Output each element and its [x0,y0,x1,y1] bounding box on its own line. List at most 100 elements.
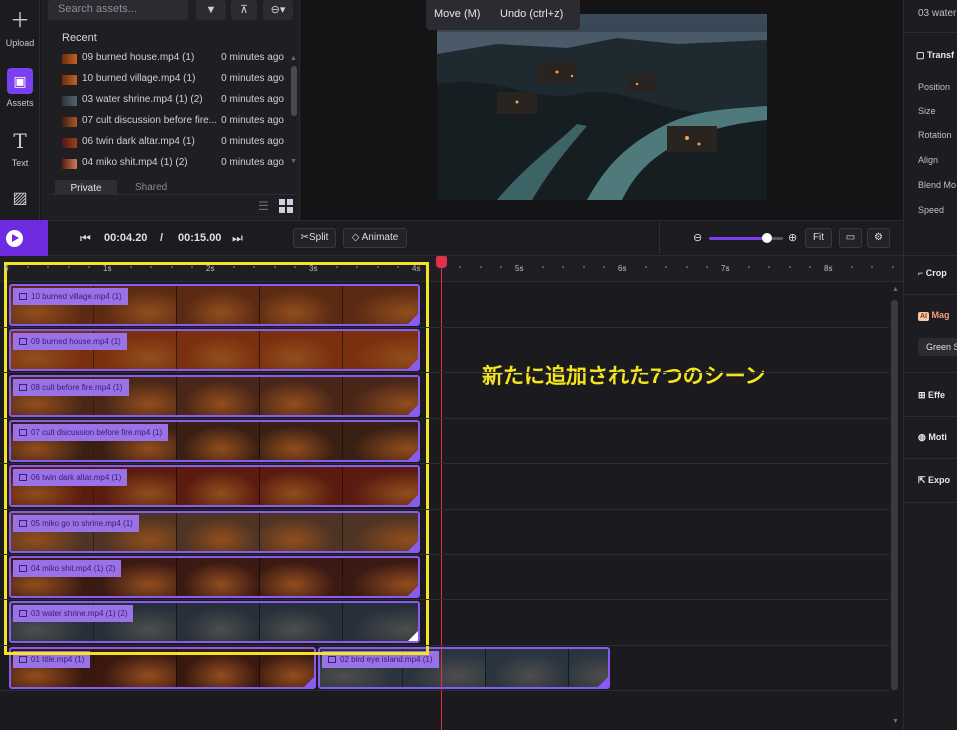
asset-time: 0 minutes ago [221,157,284,168]
list-view-icon[interactable]: ☰ [258,199,269,213]
track-separator [0,327,889,328]
asset-item[interactable]: 10 burned village.mp4 (1) 0 minutes ago [62,70,284,91]
zoom-slider-knob[interactable] [762,233,772,243]
section-export[interactable]: ⇱ Expo [918,475,950,486]
rail-pattern[interactable]: ▨ [0,186,40,216]
ruler-tick [809,266,811,268]
play-triangle [12,234,19,242]
timeline-scrollbar[interactable] [891,300,898,690]
rail-upload[interactable]: ＋ Upload [0,8,40,48]
pin-icon: ⊼ [239,4,249,16]
section-motion[interactable]: ◍ Moti [918,432,947,443]
annotation-text: 新たに追加された7つのシーン [482,365,766,388]
assets-scrollbar[interactable] [291,66,297,116]
clip-resize-handle[interactable] [304,677,314,687]
plus-icon: ＋ [10,10,30,32]
track-separator [0,690,889,692]
tab-shared[interactable]: Shared [135,182,167,194]
effects-label: Effe [928,390,946,400]
ruler-tick [27,266,29,268]
skip-back-icon[interactable]: ⏮ [80,231,91,246]
timeline-settings-button[interactable]: ⚙ [867,228,890,248]
play-button[interactable] [0,220,48,256]
grid-view-icon[interactable] [279,199,293,213]
track-separator [0,463,889,465]
ruler-tick [88,266,90,268]
ruler-tick [706,266,708,268]
filter-icon: ▼ [205,4,217,16]
ruler-tick [521,266,523,268]
tab-private[interactable]: Private [55,180,117,194]
zoom-slider-fill[interactable] [709,237,769,240]
motion-icon: ◍ [918,432,929,442]
clip-name: 02 bird eye island.mp4 (1) [340,655,433,664]
scroll-up-icon[interactable]: ▲ [290,55,297,62]
divider [904,372,957,373]
asset-item[interactable]: 03 water shrine.mp4 (1) (2) 0 minutes ag… [62,91,284,112]
ruler-tick [418,266,420,268]
scroll-down-icon[interactable]: ▼ [290,158,297,165]
ruler-tick [233,266,235,268]
ruler-tick [871,266,873,268]
ruler-tick [562,266,564,268]
track-view-icon: ▭ [845,232,856,243]
more-button[interactable]: ⊖▾ [263,0,293,20]
green-screen-button[interactable]: Green S [918,338,957,356]
ruler-tick [294,266,296,268]
ruler-tick [583,266,585,268]
animate-button[interactable]: ◇ Animate [343,228,407,248]
undo-hint[interactable]: Undo (ctrl+z) [500,8,563,20]
filter-button[interactable]: ▼ [196,0,226,20]
asset-item[interactable]: 04 miko shit.mp4 (1) (2) 0 minutes ago [62,154,284,175]
ruler-tick [603,266,605,268]
ruler-tick [171,266,173,268]
current-time: 00:04.20 [104,232,148,244]
search-input[interactable]: Search assets... [48,0,188,20]
asset-thumbnail [62,159,77,169]
video-editor-app: ＋ Upload ▣ Assets T Text ▨ Search assets… [0,0,957,730]
clip-resize-handle[interactable] [598,677,608,687]
ruler-tick [439,266,441,268]
scroll-down-icon[interactable]: ▼ [892,718,899,725]
track-separator [0,599,889,601]
left-rail: ＋ Upload ▣ Assets T Text ▨ [0,0,40,220]
skip-forward-icon[interactable]: ⏭ [232,231,243,246]
split-button[interactable]: ✂Split [293,228,336,248]
ruler-tick [892,266,894,268]
zoom-in-icon[interactable]: ⊕ [788,231,797,244]
section-crop[interactable]: ⌐ Crop [918,268,947,278]
crop-icon: ⌐ [918,268,926,278]
export-label: Expo [928,475,951,485]
asset-item[interactable]: 06 twin dark altar.mp4 (1) 0 minutes ago [62,133,284,154]
shortcut-hints: Move (M) Undo (ctrl+z) [426,0,580,30]
asset-item[interactable]: 09 burned house.mp4 (1) 0 minutes ago [62,49,284,70]
track-separator [0,417,889,419]
section-effects[interactable]: ⊞ Effe [918,390,945,401]
crop-square-icon: ▢ [916,50,928,60]
divider [904,294,957,295]
track-view-button[interactable]: ▭ [839,228,862,248]
playhead-line[interactable] [441,258,442,730]
split-label: Split [308,232,329,243]
rail-assets[interactable]: ▣ Assets [0,68,40,108]
section-transform[interactable]: ▢ Transf [916,50,954,61]
position-label: Position [918,82,951,92]
zoom-out-icon[interactable]: ⊖ [693,231,702,244]
playhead-handle[interactable] [436,256,447,268]
fit-button[interactable]: Fit [805,228,832,248]
ruler-tick [6,266,8,268]
ruler-tick [150,266,152,268]
asset-time: 0 minutes ago [221,73,284,84]
pin-button[interactable]: ⊼ [231,0,257,20]
rail-text[interactable]: T Text [0,128,40,168]
asset-name: 04 miko shit.mp4 (1) (2) [82,157,188,168]
ruler-tick [68,266,70,268]
rail-text-label: Text [11,158,29,168]
asset-time: 0 minutes ago [221,52,284,63]
asset-item[interactable]: 07 cult discussion before fire... 0 minu… [62,112,284,133]
section-magic[interactable]: AI Mag [918,310,950,321]
motion-label: Moti [928,432,947,442]
video-preview[interactable] [437,14,767,200]
pattern-icon: ▨ [12,190,28,207]
scroll-up-icon[interactable]: ▲ [892,286,899,293]
